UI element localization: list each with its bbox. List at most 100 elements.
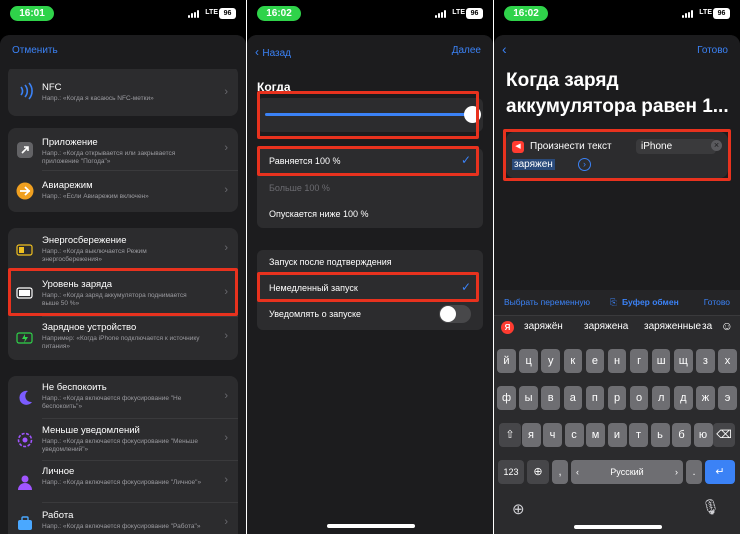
numbers-key[interactable]: 123 bbox=[498, 460, 524, 484]
triggers-screen: 16:01 LTE 96 Отменить NFC Напр.: «Когда … bbox=[0, 0, 246, 534]
next-button[interactable]: Далее bbox=[452, 45, 481, 56]
key[interactable]: т bbox=[629, 423, 648, 447]
home-indicator bbox=[327, 524, 415, 528]
key[interactable]: н bbox=[607, 349, 627, 373]
key[interactable]: ю bbox=[693, 423, 713, 447]
space-label: Русский bbox=[610, 467, 644, 477]
key[interactable]: и bbox=[607, 423, 627, 447]
option-confirm-run[interactable]: Запуск после подтверждения bbox=[269, 257, 392, 267]
highlight-slider bbox=[257, 91, 479, 139]
highlight-action bbox=[503, 129, 731, 181]
battery-icon: 96 bbox=[713, 8, 730, 19]
keyboard-done-button[interactable]: Готово bbox=[704, 297, 730, 307]
key[interactable]: э bbox=[718, 386, 737, 410]
trigger-work[interactable]: Работа Напр.: «Когда включается фокусиро… bbox=[8, 502, 238, 534]
select-variable-button[interactable]: Выбрать переменную bbox=[504, 297, 590, 307]
key[interactable]: б bbox=[672, 423, 691, 447]
return-key[interactable]: ↵ bbox=[705, 460, 735, 484]
microphone-icon[interactable]: 🎙 bbox=[701, 498, 720, 516]
back-button[interactable]: ‹ Назад bbox=[255, 45, 291, 59]
cancel-button[interactable]: Отменить bbox=[12, 45, 58, 56]
prediction[interactable]: за bbox=[702, 321, 712, 332]
done-button[interactable]: Готово bbox=[697, 45, 728, 56]
toggle-knob bbox=[440, 306, 456, 322]
signal-icon bbox=[188, 10, 200, 18]
key[interactable]: з bbox=[696, 349, 715, 373]
nfc-group: NFC Напр.: «Когда я касаюсь NFC-метки» › bbox=[8, 66, 238, 116]
key[interactable]: ж bbox=[696, 386, 715, 410]
key[interactable]: е bbox=[585, 349, 605, 373]
trigger-subtitle: Напр.: «Когда открывается или закрываетс… bbox=[42, 150, 176, 165]
trigger-title: Зарядное устройство bbox=[42, 322, 137, 333]
period-key[interactable]: . bbox=[686, 460, 702, 484]
comma-key[interactable]: , bbox=[552, 460, 568, 484]
chevron-right-icon: › bbox=[224, 242, 228, 254]
globe-key[interactable]: ⊕ bbox=[527, 460, 549, 484]
prediction[interactable]: заряжена bbox=[584, 321, 628, 332]
key[interactable]: ф bbox=[497, 386, 516, 410]
nav-bar: ‹ Готово bbox=[494, 35, 740, 69]
trigger-subtitle: Например: «Когда iPhone подключается к и… bbox=[42, 335, 200, 350]
chevron-right-icon: › bbox=[224, 474, 228, 486]
airplane-icon bbox=[16, 182, 34, 200]
moon-icon bbox=[19, 390, 32, 405]
notify-toggle[interactable] bbox=[439, 305, 471, 323]
trigger-airplane[interactable]: Авиарежим Напр.: «Если Авиарежим включен… bbox=[8, 170, 238, 212]
key[interactable]: р bbox=[607, 386, 627, 410]
yandex-icon[interactable]: Я bbox=[501, 321, 514, 334]
key[interactable]: в bbox=[541, 386, 560, 410]
chevron-left-icon: ‹ bbox=[576, 467, 579, 477]
trigger-title: Авиарежим bbox=[42, 180, 93, 191]
trigger-subtitle: Напр.: «Когда выключается Режим энергосб… bbox=[42, 248, 147, 263]
key[interactable]: а bbox=[563, 386, 583, 410]
key[interactable]: л bbox=[651, 386, 671, 410]
key[interactable]: о bbox=[629, 386, 649, 410]
key[interactable]: к bbox=[563, 349, 583, 373]
key[interactable]: й bbox=[497, 349, 516, 373]
key[interactable]: у bbox=[541, 349, 560, 373]
globe-icon[interactable]: ⊕ bbox=[512, 500, 525, 518]
highlight-equals bbox=[257, 146, 479, 176]
backspace-key[interactable]: ⌫ bbox=[713, 423, 735, 447]
key[interactable]: с bbox=[564, 423, 584, 447]
network-label: LTE bbox=[452, 9, 465, 16]
back-chevron-icon[interactable]: ‹ bbox=[502, 41, 507, 57]
key[interactable]: ч bbox=[543, 423, 562, 447]
trigger-personal[interactable]: Личное Напр.: «Когда включается фокусиро… bbox=[8, 460, 238, 502]
key[interactable]: х bbox=[718, 349, 737, 373]
status-time: 16:02 bbox=[257, 6, 301, 21]
key[interactable]: ь bbox=[650, 423, 670, 447]
key[interactable]: п bbox=[585, 386, 605, 410]
space-key[interactable]: ‹ Русский › bbox=[571, 460, 683, 484]
key[interactable]: г bbox=[629, 349, 649, 373]
key[interactable]: ш bbox=[651, 349, 671, 373]
trigger-app[interactable]: Приложение Напр.: «Когда открывается или… bbox=[8, 128, 238, 170]
trigger-title: Меньше уведомлений bbox=[42, 425, 140, 436]
prediction[interactable]: заряжён bbox=[524, 321, 563, 332]
trigger-low-power[interactable]: Энергосбережение Напр.: «Когда выключает… bbox=[8, 228, 238, 270]
prediction[interactable]: заряженные bbox=[644, 321, 701, 332]
key[interactable]: я bbox=[521, 423, 541, 447]
chevron-right-icon: › bbox=[224, 390, 228, 402]
trigger-nfc[interactable]: NFC Напр.: «Когда я касаюсь NFC-метки» › bbox=[8, 66, 238, 116]
key[interactable]: ц bbox=[519, 349, 538, 373]
key[interactable]: м bbox=[586, 423, 605, 447]
shift-key[interactable]: ⇧ bbox=[499, 423, 521, 447]
chevron-right-icon: › bbox=[224, 516, 228, 528]
trigger-title: Приложение bbox=[42, 137, 98, 148]
key[interactable]: щ bbox=[674, 349, 693, 373]
trigger-charger[interactable]: Зарядное устройство Например: «Когда iPh… bbox=[8, 316, 238, 360]
trigger-dnd[interactable]: Не беспокоить Напр.: «Когда включается ф… bbox=[8, 376, 238, 418]
trigger-subtitle: Напр.: «Когда включается фокусирование "… bbox=[42, 523, 201, 530]
option-below[interactable]: Опускается ниже 100 % bbox=[269, 209, 369, 219]
clipboard-button[interactable]: Буфер обмен bbox=[622, 297, 679, 307]
chevron-right-icon: › bbox=[224, 330, 228, 342]
key[interactable]: ы bbox=[519, 386, 538, 410]
emoji-icon[interactable]: ☺ bbox=[721, 319, 733, 333]
option-above[interactable]: Больше 100 % bbox=[269, 183, 330, 193]
trigger-reduce-notifications[interactable]: Меньше уведомлений Напр.: «Когда включае… bbox=[8, 418, 238, 460]
return-icon: ↵ bbox=[715, 466, 725, 478]
key[interactable]: д bbox=[674, 386, 693, 410]
highlight-run-immediately bbox=[257, 272, 479, 302]
chevron-right-icon: › bbox=[675, 467, 678, 477]
